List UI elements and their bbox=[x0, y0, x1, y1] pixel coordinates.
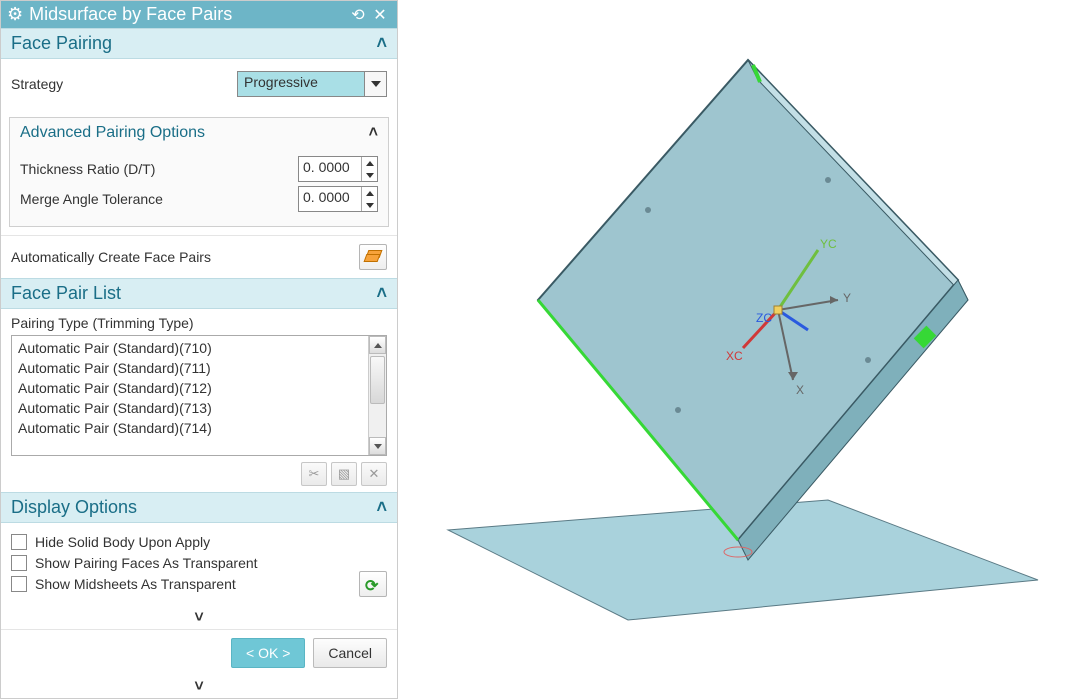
advanced-header[interactable]: Advanced Pairing Options bbox=[20, 124, 205, 142]
swap-faces-button[interactable]: ✂ bbox=[301, 462, 327, 486]
expand-more-bottom[interactable]: ˅ bbox=[1, 676, 397, 698]
copy-pair-button[interactable]: ▧ bbox=[331, 462, 357, 486]
gear-icon[interactable]: ⚙ bbox=[7, 4, 23, 25]
auto-create-button[interactable] bbox=[359, 244, 387, 270]
copy-icon: ▧ bbox=[338, 466, 350, 482]
pairing-type-label: Pairing Type (Trimming Type) bbox=[1, 309, 397, 335]
list-item[interactable]: Automatic Pair (Standard)(711) bbox=[12, 358, 368, 378]
strategy-label: Strategy bbox=[11, 76, 237, 92]
display-options-body: Hide Solid Body Upon Apply Show Pairing … bbox=[1, 523, 397, 607]
model-view: Y X YC XC ZC bbox=[398, 0, 1078, 699]
chevron-up-icon[interactable]: ˄ bbox=[376, 283, 387, 304]
scrollbar[interactable] bbox=[368, 336, 386, 455]
titlebar: ⚙ Midsurface by Face Pairs ⟲ ✕ bbox=[1, 1, 397, 28]
show-pairing-label: Show Pairing Faces As Transparent bbox=[35, 555, 258, 571]
chevron-up-icon[interactable]: ˄ bbox=[376, 33, 387, 54]
reset-icon[interactable]: ⟲ bbox=[347, 5, 369, 25]
scroll-down-icon[interactable] bbox=[369, 437, 386, 455]
scroll-up-icon[interactable] bbox=[369, 336, 386, 354]
section-title: Face Pair List bbox=[11, 283, 121, 304]
merge-angle-label: Merge Angle Tolerance bbox=[20, 191, 298, 207]
close-icon[interactable]: ✕ bbox=[369, 5, 391, 25]
dialog-footer: < OK > Cancel bbox=[1, 629, 397, 676]
list-item[interactable]: Automatic Pair (Standard)(710) bbox=[12, 338, 368, 358]
section-title: Display Options bbox=[11, 497, 137, 518]
hide-solid-checkbox[interactable] bbox=[11, 534, 27, 550]
solid-body bbox=[538, 60, 968, 560]
section-title: Face Pairing bbox=[11, 33, 112, 54]
delete-pair-button[interactable]: ✕ bbox=[361, 462, 387, 486]
axis-xc-label: XC bbox=[726, 349, 743, 363]
face-pairing-body: Strategy Progressive bbox=[1, 59, 397, 109]
thickness-value: 0. 0000 bbox=[299, 157, 361, 181]
spin-down-icon[interactable] bbox=[362, 169, 377, 181]
strategy-value: Progressive bbox=[238, 72, 364, 96]
viewport-3d[interactable]: Y X YC XC ZC bbox=[398, 0, 1080, 699]
merge-value: 0. 0000 bbox=[299, 187, 361, 211]
swap-icon: ✂ bbox=[309, 466, 320, 482]
chevron-up-icon[interactable]: ˄ bbox=[369, 124, 378, 142]
list-item[interactable]: Automatic Pair (Standard)(712) bbox=[12, 378, 368, 398]
thickness-ratio-input[interactable]: 0. 0000 bbox=[298, 156, 378, 182]
auto-create-row: Automatically Create Face Pairs bbox=[1, 235, 397, 278]
axis-zc-label: ZC bbox=[756, 311, 772, 325]
show-midsheets-label: Show Midsheets As Transparent bbox=[35, 576, 236, 592]
pair-listbox[interactable]: Automatic Pair (Standard)(710) Automatic… bbox=[12, 336, 368, 455]
display-options-header[interactable]: Display Options ˄ bbox=[1, 492, 397, 523]
cancel-button[interactable]: Cancel bbox=[313, 638, 387, 668]
strategy-combo[interactable]: Progressive bbox=[237, 71, 387, 97]
spin-down-icon[interactable] bbox=[362, 199, 377, 211]
list-item[interactable]: Automatic Pair (Standard)(714) bbox=[12, 418, 368, 438]
chevron-down-icon: ˅ bbox=[194, 678, 203, 695]
pair-list: Automatic Pair (Standard)(710) Automatic… bbox=[11, 335, 387, 456]
dialog-title: Midsurface by Face Pairs bbox=[29, 4, 232, 25]
auto-create-label: Automatically Create Face Pairs bbox=[11, 249, 359, 265]
face-pair-list-header[interactable]: Face Pair List ˄ bbox=[1, 278, 397, 309]
dialog-panel: ⚙ Midsurface by Face Pairs ⟲ ✕ Face Pair… bbox=[0, 0, 398, 699]
scroll-track[interactable] bbox=[369, 354, 386, 437]
show-pairing-checkbox[interactable] bbox=[11, 555, 27, 571]
advanced-pairing-box: Advanced Pairing Options ˄ Thickness Rat… bbox=[9, 117, 389, 227]
spin-up-icon[interactable] bbox=[362, 157, 377, 169]
scroll-thumb[interactable] bbox=[370, 356, 385, 404]
dropdown-arrow-icon[interactable] bbox=[364, 72, 386, 96]
ok-button[interactable]: < OK > bbox=[231, 638, 305, 668]
list-item[interactable]: Automatic Pair (Standard)(713) bbox=[12, 398, 368, 418]
axis-x-label: X bbox=[796, 383, 804, 397]
spin-up-icon[interactable] bbox=[362, 187, 377, 199]
merge-angle-input[interactable]: 0. 0000 bbox=[298, 186, 378, 212]
hide-solid-label: Hide Solid Body Upon Apply bbox=[35, 534, 210, 550]
show-midsheets-checkbox[interactable] bbox=[11, 576, 27, 592]
chevron-down-icon: ˅ bbox=[194, 609, 203, 626]
refresh-icon bbox=[365, 576, 381, 592]
face-pairing-header[interactable]: Face Pairing ˄ bbox=[1, 28, 397, 59]
expand-more[interactable]: ˅ bbox=[1, 607, 397, 629]
delete-icon: ✕ bbox=[369, 466, 380, 482]
thickness-ratio-label: Thickness Ratio (D/T) bbox=[20, 161, 298, 177]
axis-y-label: Y bbox=[843, 291, 851, 305]
axis-yc-label: YC bbox=[820, 237, 837, 251]
refresh-button[interactable] bbox=[359, 571, 387, 597]
chevron-up-icon[interactable]: ˄ bbox=[376, 497, 387, 518]
face-pairs-icon bbox=[365, 250, 381, 264]
